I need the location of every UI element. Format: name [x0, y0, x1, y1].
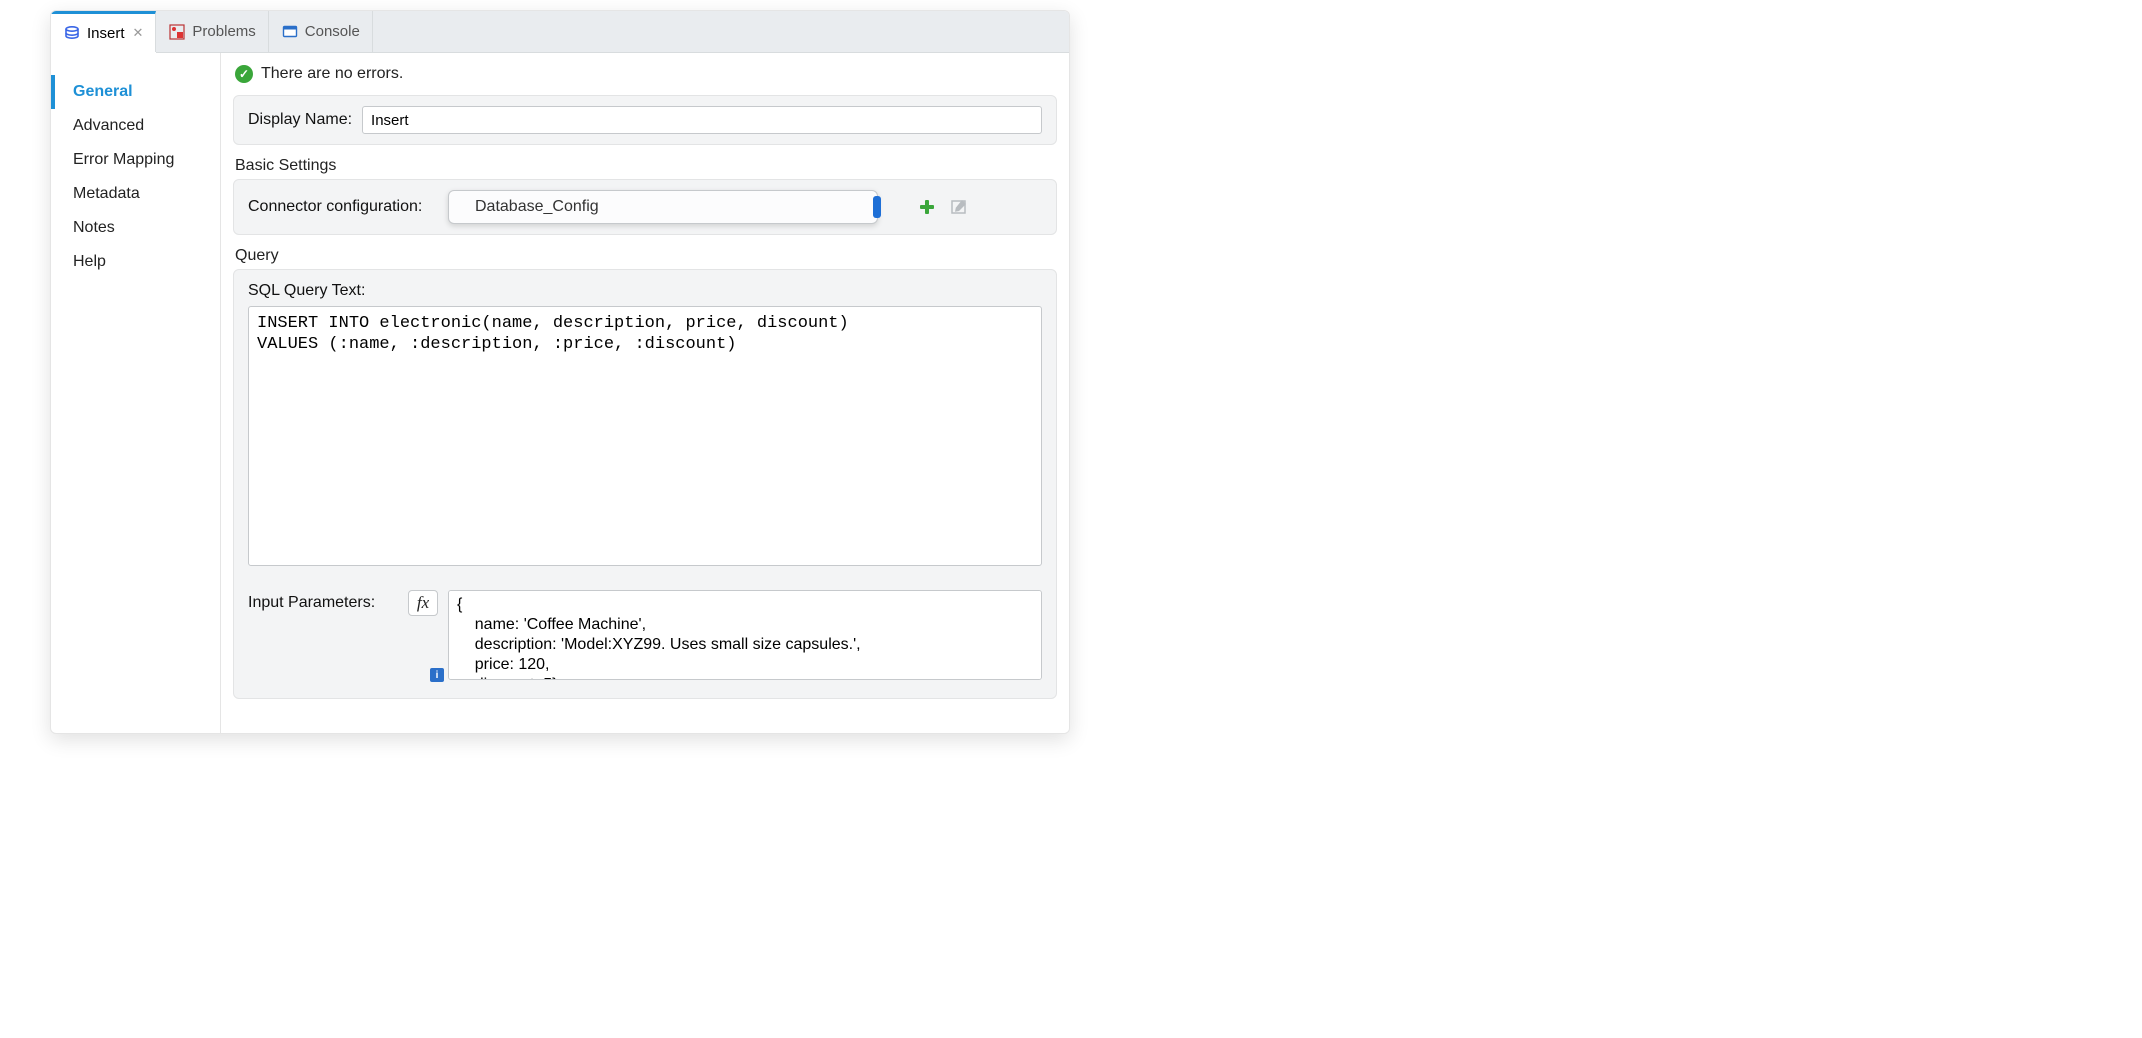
edit-config-button[interactable] — [948, 196, 970, 218]
sidebar-item-metadata[interactable]: Metadata — [51, 177, 220, 211]
tab-insert-label: Insert — [87, 25, 125, 42]
connector-config-label: Connector configuration: — [248, 198, 438, 216]
tab-console[interactable]: Console — [269, 11, 373, 52]
problems-icon — [168, 23, 186, 41]
fx-button[interactable]: fx — [408, 590, 438, 616]
input-parameters-textarea[interactable] — [448, 590, 1042, 680]
check-icon: ✓ — [235, 65, 253, 83]
sql-query-label: SQL Query Text: — [248, 282, 1042, 300]
sidebar-item-label: General — [73, 83, 133, 100]
console-icon — [281, 23, 299, 41]
sidebar-item-label: Metadata — [73, 185, 140, 202]
tabbar: Insert ✕ Problems Console — [51, 11, 1069, 53]
tab-problems-label: Problems — [192, 23, 255, 40]
connector-config-value: Database_Config — [475, 198, 599, 216]
input-parameters-label: Input Parameters: — [248, 590, 398, 612]
status-message: There are no errors. — [261, 65, 403, 83]
tab-console-label: Console — [305, 23, 360, 40]
connector-config-dropdown[interactable]: Database_Config — [448, 190, 878, 224]
sidebar-item-notes[interactable]: Notes — [51, 211, 220, 245]
sidebar: General Advanced Error Mapping Metadata … — [51, 53, 221, 733]
display-name-panel: Display Name: — [233, 95, 1057, 145]
body: General Advanced Error Mapping Metadata … — [51, 53, 1069, 733]
sidebar-item-general[interactable]: General — [51, 75, 220, 109]
basic-settings-title: Basic Settings — [235, 157, 1069, 175]
query-panel: SQL Query Text: Input Parameters: fx i — [233, 269, 1057, 699]
info-icon[interactable]: i — [430, 668, 444, 682]
display-name-input[interactable] — [362, 106, 1042, 134]
main: ✓ There are no errors. Display Name: Bas… — [221, 53, 1069, 733]
sidebar-item-label: Error Mapping — [73, 151, 174, 168]
sidebar-item-label: Notes — [73, 219, 115, 236]
db-insert-icon — [63, 24, 81, 42]
display-name-label: Display Name: — [248, 111, 352, 129]
query-title: Query — [235, 247, 1069, 265]
close-icon[interactable]: ✕ — [133, 25, 144, 41]
status-row: ✓ There are no errors. — [221, 53, 1069, 91]
sql-query-textarea[interactable] — [248, 306, 1042, 566]
sidebar-item-error-mapping[interactable]: Error Mapping — [51, 143, 220, 177]
add-config-button[interactable] — [916, 196, 938, 218]
sidebar-item-label: Advanced — [73, 117, 144, 134]
sidebar-item-label: Help — [73, 253, 106, 270]
sidebar-item-advanced[interactable]: Advanced — [51, 109, 220, 143]
sidebar-item-help[interactable]: Help — [51, 245, 220, 279]
tab-problems[interactable]: Problems — [156, 11, 268, 52]
basic-settings-panel: Connector configuration: Database_Config — [233, 179, 1057, 235]
tab-insert[interactable]: Insert ✕ — [51, 11, 156, 52]
app-window: Insert ✕ Problems Console — [50, 10, 1070, 734]
